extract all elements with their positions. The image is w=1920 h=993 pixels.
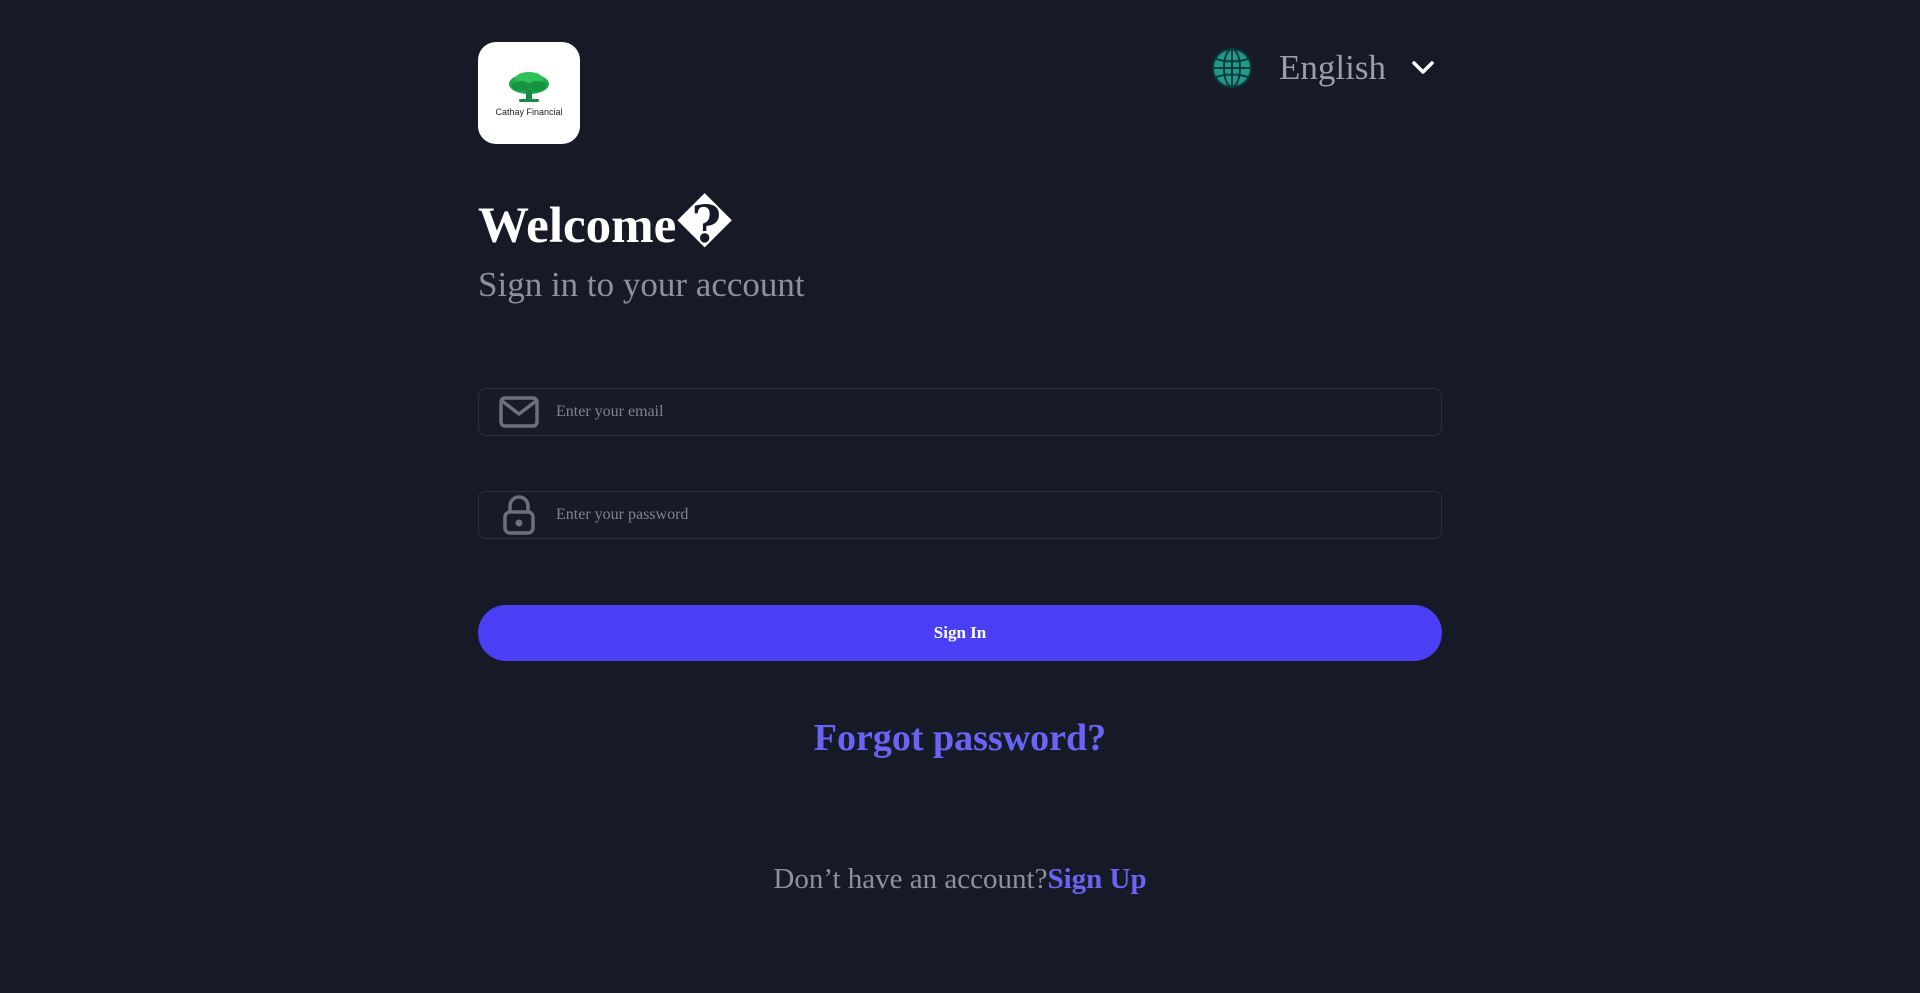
chevron-down-icon (1412, 61, 1434, 74)
language-label: English (1279, 48, 1386, 87)
lock-icon (498, 494, 540, 536)
page-subtitle: Sign in to your account (478, 265, 805, 304)
mail-icon (498, 391, 540, 433)
language-selector[interactable]: English (1211, 46, 1442, 90)
forgot-password-link[interactable]: Forgot password? (814, 717, 1106, 759)
email-field[interactable] (478, 388, 1442, 436)
sign-up-link[interactable]: Sign Up (1047, 863, 1146, 895)
forgot-password-row: Forgot password? (478, 716, 1442, 762)
brand-name: Cathay Financial (495, 106, 563, 117)
sign-in-page: Cathay Financial English Welcome� Sign i… (0, 0, 1920, 993)
password-field[interactable] (478, 491, 1442, 539)
page-title: Welcome� (478, 198, 734, 254)
sign-in-container: Cathay Financial English Welcome� Sign i… (478, 0, 1442, 993)
signup-prompt: Don’t have an account? (773, 863, 1048, 895)
tree-logo-icon (509, 71, 549, 102)
sign-in-button[interactable]: Sign In (478, 605, 1442, 661)
password-input[interactable] (554, 491, 1441, 539)
globe-icon (1212, 48, 1253, 88)
email-input[interactable] (554, 388, 1441, 436)
signup-row: Don’t have an account?Sign Up (478, 862, 1442, 897)
brand-logo: Cathay Financial (478, 42, 580, 144)
